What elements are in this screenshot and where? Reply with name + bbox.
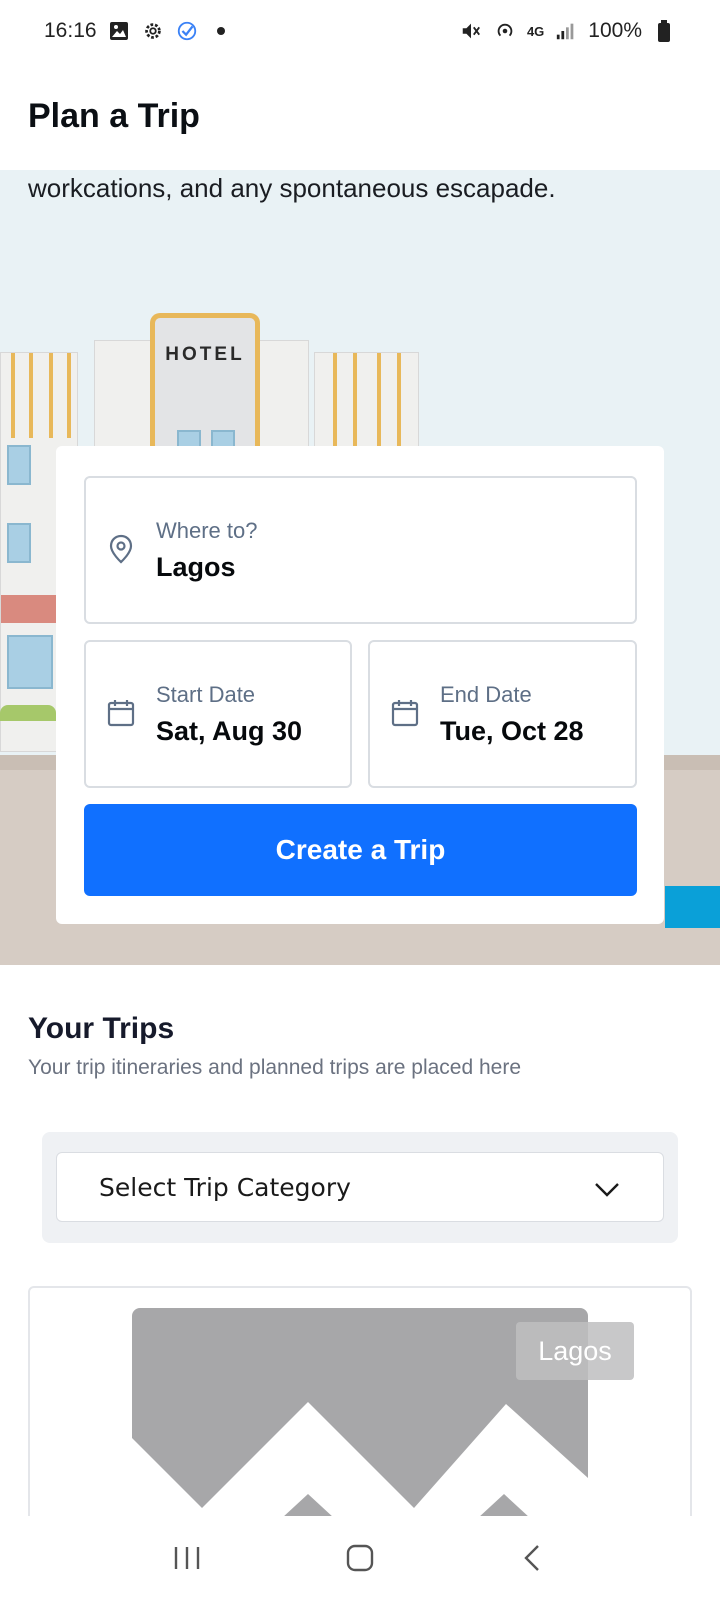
status-left: 16:16 bbox=[44, 19, 233, 43]
calendar-icon bbox=[107, 700, 135, 727]
trip-list-item[interactable]: Lagos bbox=[28, 1286, 692, 1526]
calendar-icon bbox=[391, 700, 419, 727]
recent-apps-icon bbox=[174, 1547, 199, 1569]
chevron-down-icon bbox=[595, 1183, 619, 1197]
check-badge-icon bbox=[175, 19, 199, 43]
trip-place-tag: Lagos bbox=[516, 1322, 634, 1380]
home-button[interactable] bbox=[330, 1533, 390, 1583]
hedge bbox=[0, 705, 56, 721]
hotel-sign: HOTEL bbox=[165, 344, 245, 365]
home-icon bbox=[346, 1544, 374, 1572]
notification-dot-icon bbox=[209, 19, 233, 43]
signal-icon bbox=[554, 19, 578, 43]
hero-text: workcations, and any spontaneous escapad… bbox=[28, 173, 556, 203]
destination-field[interactable]: Where to? Lagos bbox=[84, 476, 637, 624]
hotel-tower: HOTEL bbox=[150, 313, 260, 453]
back-icon bbox=[524, 1545, 540, 1571]
mute-icon bbox=[459, 19, 483, 43]
location-pin-icon bbox=[109, 534, 133, 564]
start-date-label: Start Date bbox=[156, 682, 256, 707]
destination-label: Where to? bbox=[156, 518, 258, 543]
system-nav-bar bbox=[0, 1516, 720, 1600]
back-button[interactable] bbox=[503, 1533, 563, 1583]
page-title: Plan a Trip bbox=[28, 96, 200, 135]
destination-value: Lagos bbox=[156, 552, 236, 582]
create-trip-button[interactable]: Create a Trip bbox=[84, 804, 637, 896]
settings-icon bbox=[141, 19, 165, 43]
battery-icon bbox=[652, 19, 676, 43]
end-date-label: End Date bbox=[440, 682, 532, 707]
sea-illustration bbox=[665, 886, 720, 928]
network-type: 4G bbox=[526, 23, 545, 39]
end-date-value: Tue, Oct 28 bbox=[440, 716, 584, 746]
app-header: Plan a Trip bbox=[0, 62, 720, 170]
trip-category-select[interactable]: Select Trip Category bbox=[56, 1152, 664, 1222]
recent-apps-button[interactable] bbox=[157, 1533, 217, 1583]
start-date-value: Sat, Aug 30 bbox=[156, 716, 303, 746]
end-date-field[interactable]: End Date Tue, Oct 28 bbox=[368, 640, 637, 788]
start-date-field[interactable]: Start Date Sat, Aug 30 bbox=[84, 640, 352, 788]
clock: 16:16 bbox=[44, 19, 97, 42]
battery-percent: 100% bbox=[588, 19, 642, 42]
status-right: 4G 100% bbox=[459, 19, 676, 43]
gallery-icon bbox=[107, 19, 131, 43]
your-trips-title: Your Trips bbox=[28, 1012, 175, 1045]
your-trips-subtitle: Your trip itineraries and planned trips … bbox=[28, 1056, 522, 1079]
category-filter-container: Select Trip Category bbox=[42, 1132, 678, 1243]
trip-search-card: Where to? Lagos Start Date Sat, Aug 30 E… bbox=[56, 446, 664, 924]
status-bar: 16:16 4G 100% bbox=[0, 0, 720, 62]
hotspot-icon bbox=[493, 19, 517, 43]
trip-category-select-label: Select Trip Category bbox=[99, 1172, 351, 1202]
